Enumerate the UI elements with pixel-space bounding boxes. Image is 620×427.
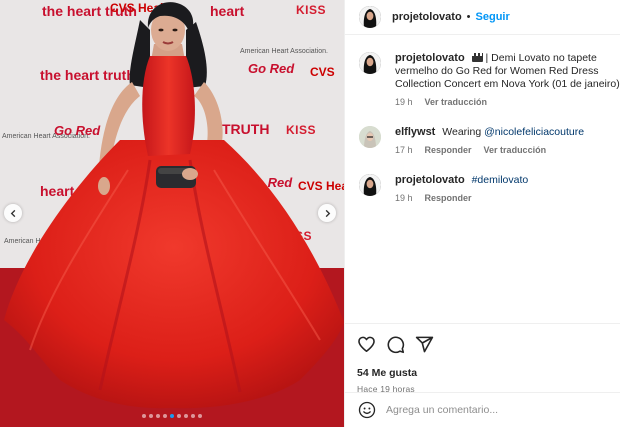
post-media: the heart truth CVS Health heart KISS Am… [0,0,344,427]
author-username[interactable]: projetolovato [392,11,462,23]
comment-input[interactable]: Agrega un comentario... [386,404,498,416]
translate-link[interactable]: Ver traducción [484,144,547,157]
comments-list: projetolovato | Demi Lovato no tapete ve… [345,36,620,322]
carousel-indicator [0,414,344,418]
carousel-dot [170,414,174,418]
carousel-dot [149,414,153,418]
profile-photo-icon [359,52,381,74]
caption-body: projetolovato | Demi Lovato no tapete ve… [395,52,620,109]
woman-in-red-gown [4,2,344,409]
action-bar [357,332,609,356]
post-actions: 54 Me gusta Hace 19 horas [345,323,620,394]
comment-icon[interactable] [386,335,405,354]
reply-button[interactable]: Responder [425,192,472,205]
comment-body: projetolovato #demilovato 19 h Responder [395,174,620,205]
carousel-dot [191,414,195,418]
profile-photo-icon [359,6,381,28]
caption-meta: 19 h Ver traducción [395,96,620,109]
comment-mention-link[interactable]: @nicolefeliciacouture [484,126,584,138]
comment-composer: Agrega un comentario... [345,392,620,427]
clapperboard-icon [471,53,483,62]
comment-time[interactable]: 17 h [395,144,413,157]
next-slide-button[interactable] [318,204,336,222]
profile-photo-icon [359,126,381,148]
share-icon[interactable] [415,335,434,354]
carousel-dot [156,414,160,418]
chevron-right-icon [325,209,330,217]
comment-text: Wearing [442,126,485,138]
separator-dot: • [466,11,471,23]
follow-button[interactable]: Seguir [476,11,510,23]
post-details-panel: projetolovato • Seguir projetolovato | D… [344,0,620,427]
author-avatar[interactable] [359,6,381,28]
caption-item: projetolovato | Demi Lovato no tapete ve… [359,52,620,109]
reply-button[interactable]: Responder [425,144,472,157]
carousel-dot [198,414,202,418]
caption-translate-link[interactable]: Ver traducción [425,96,488,109]
carousel-dot [163,414,167,418]
carousel-dot [142,414,146,418]
profile-photo-icon [359,174,381,196]
likes-count[interactable]: 54 Me gusta [357,367,609,379]
commenter-avatar[interactable] [359,174,381,196]
comment-item: elflywst Wearing @nicolefeliciacouture 1… [359,126,620,157]
comment-body: elflywst Wearing @nicolefeliciacouture 1… [395,126,620,157]
comment-time[interactable]: 19 h [395,192,413,205]
commenter-avatar[interactable] [359,126,381,148]
heart-icon[interactable] [357,335,376,354]
comment-item: projetolovato #demilovato 19 h Responder [359,174,620,205]
chevron-left-icon [10,209,15,217]
comment-username[interactable]: elflywst [395,126,435,138]
caption-time[interactable]: 19 h [395,96,413,109]
comment-meta: 19 h Responder [395,192,620,205]
caption-avatar[interactable] [359,52,381,74]
comment-hashtag-link[interactable]: #demilovato [472,174,529,186]
carousel-dot [177,414,181,418]
comment-meta: 17 h Responder Ver traducción [395,144,620,157]
emoji-icon[interactable] [358,401,376,419]
comment-username[interactable]: projetolovato [395,174,465,186]
caption-username[interactable]: projetolovato [395,52,465,64]
carousel-dot [184,414,188,418]
previous-slide-button[interactable] [4,204,22,222]
post-header: projetolovato • Seguir [345,0,620,35]
